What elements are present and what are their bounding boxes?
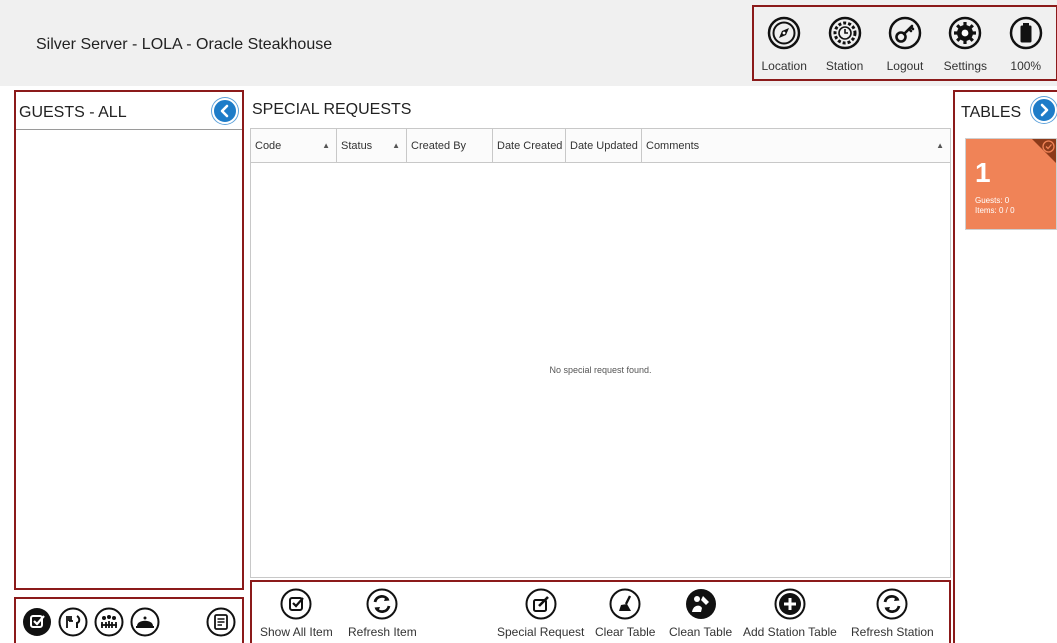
table-number: 1: [975, 157, 991, 188]
cloche-icon[interactable]: [130, 607, 160, 637]
station-button[interactable]: Station: [816, 16, 874, 73]
top-toolbar: Location Station Logout Settings 100%: [752, 5, 1057, 81]
grid-header: Code ▲ Status ▲ Created By Date Created Da…: [251, 129, 950, 163]
notes-icon[interactable]: [206, 607, 236, 637]
fork-knife-icon[interactable]: [58, 607, 88, 637]
cleaning-icon: [685, 589, 716, 619]
gear-icon: [949, 16, 982, 50]
column-created-by[interactable]: Created By: [407, 129, 493, 163]
tables-header: TABLES: [955, 92, 1057, 130]
guests-title: GUESTS - ALL: [19, 104, 127, 121]
tables-title: TABLES: [961, 104, 1022, 121]
key-icon: [888, 16, 922, 50]
column-date-updated[interactable]: Date Updated: [566, 129, 642, 163]
show-all-item-button[interactable]: Show All Item: [260, 588, 333, 639]
column-comments[interactable]: Comments ▲: [642, 129, 950, 163]
column-status[interactable]: Status ▲: [337, 129, 407, 163]
sort-arrow-icon: ▲: [322, 141, 330, 150]
guests-collapse-button[interactable]: [212, 98, 238, 124]
table-items: Items: 0 / 0: [975, 206, 1015, 215]
broom-icon: [609, 588, 641, 620]
settings-button[interactable]: Settings: [936, 16, 994, 73]
settings-label: Settings: [943, 59, 988, 73]
table-guests: Guests: 0: [975, 196, 1010, 205]
special-requests-action-bar: Show All Item Refresh Item Special Reque…: [250, 580, 951, 643]
refresh-station-button[interactable]: Refresh Station: [851, 588, 934, 639]
column-date-created[interactable]: Date Created: [493, 129, 566, 163]
logout-label: Logout: [886, 59, 924, 73]
column-code[interactable]: Code ▲: [251, 129, 337, 163]
special-request-button[interactable]: Special Request: [497, 588, 584, 639]
check-circle-icon: [1042, 140, 1055, 153]
special-requests-grid: Code ▲ Status ▲ Created By Date Created Da…: [250, 128, 951, 578]
special-requests-title: SPECIAL REQUESTS: [252, 101, 412, 118]
guests-header: GUESTS - ALL: [16, 92, 242, 130]
guests-action-bar: [14, 597, 244, 643]
sort-arrow-icon: ▲: [392, 141, 400, 150]
logout-button[interactable]: Logout: [876, 16, 934, 73]
plus-circle-icon: [774, 588, 806, 620]
battery-status: 100%: [997, 16, 1055, 73]
app-title: Silver Server - LOLA - Oracle Steakhouse: [36, 36, 333, 53]
refresh-item-button[interactable]: Refresh Item: [348, 588, 417, 639]
compass-icon: [767, 16, 801, 50]
add-station-table-button[interactable]: Add Station Table: [743, 588, 837, 639]
refresh-icon: [366, 588, 398, 620]
chevron-left-icon: [220, 104, 229, 118]
chevron-right-icon: [1040, 103, 1049, 117]
edit-icon: [525, 588, 557, 620]
clean-table-button[interactable]: Clean Table: [669, 588, 732, 639]
empty-grid-message: No special request found.: [549, 365, 652, 375]
sort-arrow-icon: ▲: [936, 141, 944, 150]
station-clock-icon: [828, 16, 861, 50]
guests-panel: GUESTS - ALL: [14, 90, 244, 590]
location-button[interactable]: Location: [755, 16, 813, 73]
battery-label: 100%: [1010, 59, 1042, 73]
clear-table-button[interactable]: Clear Table: [595, 588, 655, 639]
refresh-icon: [876, 588, 908, 620]
tables-panel: TABLES 1 Guests: 0 Items: 0 / 0: [953, 90, 1057, 643]
tables-expand-button[interactable]: [1031, 97, 1057, 123]
checklist-icon: [280, 588, 312, 620]
table-card[interactable]: 1 Guests: 0 Items: 0 / 0: [965, 138, 1057, 230]
header-bar: Silver Server - LOLA - Oracle Steakhouse…: [0, 0, 1057, 86]
checkbox-icon[interactable]: [22, 607, 52, 637]
group-dining-icon[interactable]: [94, 607, 124, 637]
station-label: Station: [825, 59, 864, 73]
location-label: Location: [761, 59, 807, 73]
battery-icon: [1009, 16, 1042, 50]
